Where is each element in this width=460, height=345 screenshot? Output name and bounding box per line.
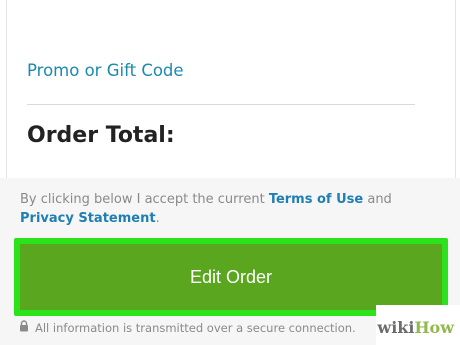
lock-icon	[19, 320, 29, 335]
terms-suffix: .	[155, 211, 160, 226]
watermark-how: How	[414, 318, 454, 337]
card-border-right	[455, 0, 456, 178]
terms-statement: By clicking below I accept the current T…	[20, 190, 440, 228]
promo-code-link[interactable]: Promo or Gift Code	[27, 61, 184, 80]
terms-prefix: By clicking below I accept the current	[20, 192, 269, 207]
wikihow-watermark: wikiHow	[348, 305, 460, 345]
secure-connection-text: All information is transmitted over a se…	[35, 320, 356, 335]
card-border-left	[6, 0, 7, 178]
divider	[27, 104, 415, 105]
watermark-wiki: wiki	[377, 318, 415, 337]
order-total-label: Order Total:	[27, 123, 175, 148]
edit-order-button[interactable]: Edit Order	[20, 244, 442, 310]
watermark-logo: wikiHow	[377, 318, 454, 337]
terms-middle: and	[363, 192, 392, 207]
terms-of-use-link[interactable]: Terms of Use	[269, 192, 363, 207]
secure-connection-note: All information is transmitted over a se…	[19, 320, 356, 335]
order-summary-card: Promo or Gift Code Order Total:	[0, 0, 460, 178]
privacy-statement-link[interactable]: Privacy Statement	[20, 211, 156, 226]
